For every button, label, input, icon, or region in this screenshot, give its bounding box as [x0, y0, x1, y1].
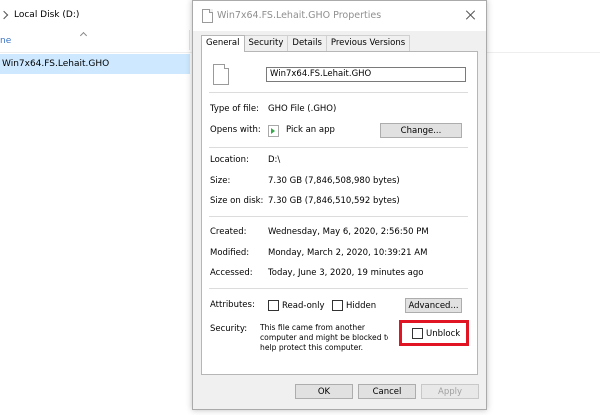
breadcrumb[interactable]: Local Disk (D:)	[0, 7, 79, 23]
ok-button[interactable]: OK	[295, 384, 353, 399]
security-label: Security:	[210, 324, 248, 334]
properties-dialog: Win7x64.FS.Lehait.GHO Properties General…	[192, 0, 487, 410]
tab-strip: General Security Details Previous Versio…	[201, 35, 411, 52]
security-message: This file came from another computer and…	[260, 323, 388, 353]
file-item-name: Win7x64.FS.Lehait.GHO	[2, 59, 110, 69]
unblock-label: Unblock	[426, 328, 461, 339]
divider	[209, 288, 468, 289]
created-value: Wednesday, May 6, 2020, 2:56:50 PM	[268, 227, 429, 237]
divider	[209, 147, 468, 148]
security-line-3: help protect this computer.	[260, 343, 364, 352]
size-label: Size:	[210, 176, 231, 186]
advanced-button[interactable]: Advanced...	[405, 298, 462, 313]
accessed-label: Accessed:	[210, 268, 253, 278]
size-value: 7.30 GB (7,846,508,980 bytes)	[268, 176, 400, 186]
tab-security[interactable]: Security	[243, 35, 289, 51]
file-name-input[interactable]: Win7x64.FS.Lehait.GHO	[266, 67, 466, 82]
opens-with-label: Opens with:	[210, 125, 261, 135]
readonly-checkbox-box[interactable]	[268, 300, 279, 311]
location-label: Location:	[210, 155, 249, 165]
size-on-disk-label: Size on disk:	[210, 196, 264, 206]
file-icon	[202, 9, 213, 23]
tab-previous-versions[interactable]: Previous Versions	[325, 35, 411, 51]
chevron-right-icon	[0, 10, 10, 20]
hidden-checkbox[interactable]: Hidden	[332, 300, 376, 311]
created-label: Created:	[210, 227, 247, 237]
modified-label: Modified:	[210, 248, 250, 258]
cancel-button[interactable]: Cancel	[358, 384, 416, 399]
name-column-header[interactable]: ne	[0, 36, 11, 46]
security-line-1: This file came from another	[260, 323, 366, 332]
accessed-value: Today, June 3, 2020, 19 minutes ago	[268, 268, 424, 278]
hidden-checkbox-box[interactable]	[332, 300, 343, 311]
readonly-checkbox[interactable]: Read-only	[268, 300, 325, 311]
file-list-item[interactable]: Win7x64.FS.Lehait.GHO	[0, 54, 190, 74]
dialog-titlebar[interactable]: Win7x64.FS.Lehait.GHO Properties	[193, 1, 486, 31]
attributes-label: Attributes:	[210, 300, 255, 310]
security-line-2: computer and might be blocked to	[260, 333, 388, 342]
unblock-checkbox[interactable]: Unblock	[412, 328, 460, 339]
modified-value: Monday, March 2, 2020, 10:39:21 AM	[268, 248, 428, 258]
close-icon[interactable]	[462, 6, 480, 24]
apply-button[interactable]: Apply	[421, 384, 479, 399]
opens-with-value: Pick an app	[286, 125, 335, 135]
tab-general[interactable]: General	[201, 35, 245, 52]
file-icon	[213, 64, 229, 85]
tab-details[interactable]: Details	[287, 35, 327, 51]
sort-up-icon	[80, 30, 88, 38]
breadcrumb-local-disk[interactable]: Local Disk (D:)	[14, 10, 79, 20]
hidden-label: Hidden	[346, 300, 377, 311]
divider	[209, 216, 468, 217]
size-on-disk-value: 7.30 GB (7,846,510,592 bytes)	[268, 196, 400, 206]
location-value: D:\	[268, 155, 281, 165]
change-button[interactable]: Change...	[380, 123, 462, 138]
unblock-highlight-box: Unblock	[399, 320, 469, 346]
app-icon	[268, 125, 279, 137]
unblock-checkbox-box[interactable]	[412, 328, 423, 339]
general-panel: Win7x64.FS.Lehait.GHO Type of file: GHO …	[201, 51, 478, 375]
type-of-file-label: Type of file:	[210, 104, 259, 114]
column-separator[interactable]	[189, 30, 190, 50]
readonly-label: Read-only	[282, 300, 325, 311]
dialog-title: Win7x64.FS.Lehait.GHO Properties	[217, 10, 382, 21]
type-of-file-value: GHO File (.GHO)	[268, 104, 337, 114]
divider	[209, 92, 468, 93]
